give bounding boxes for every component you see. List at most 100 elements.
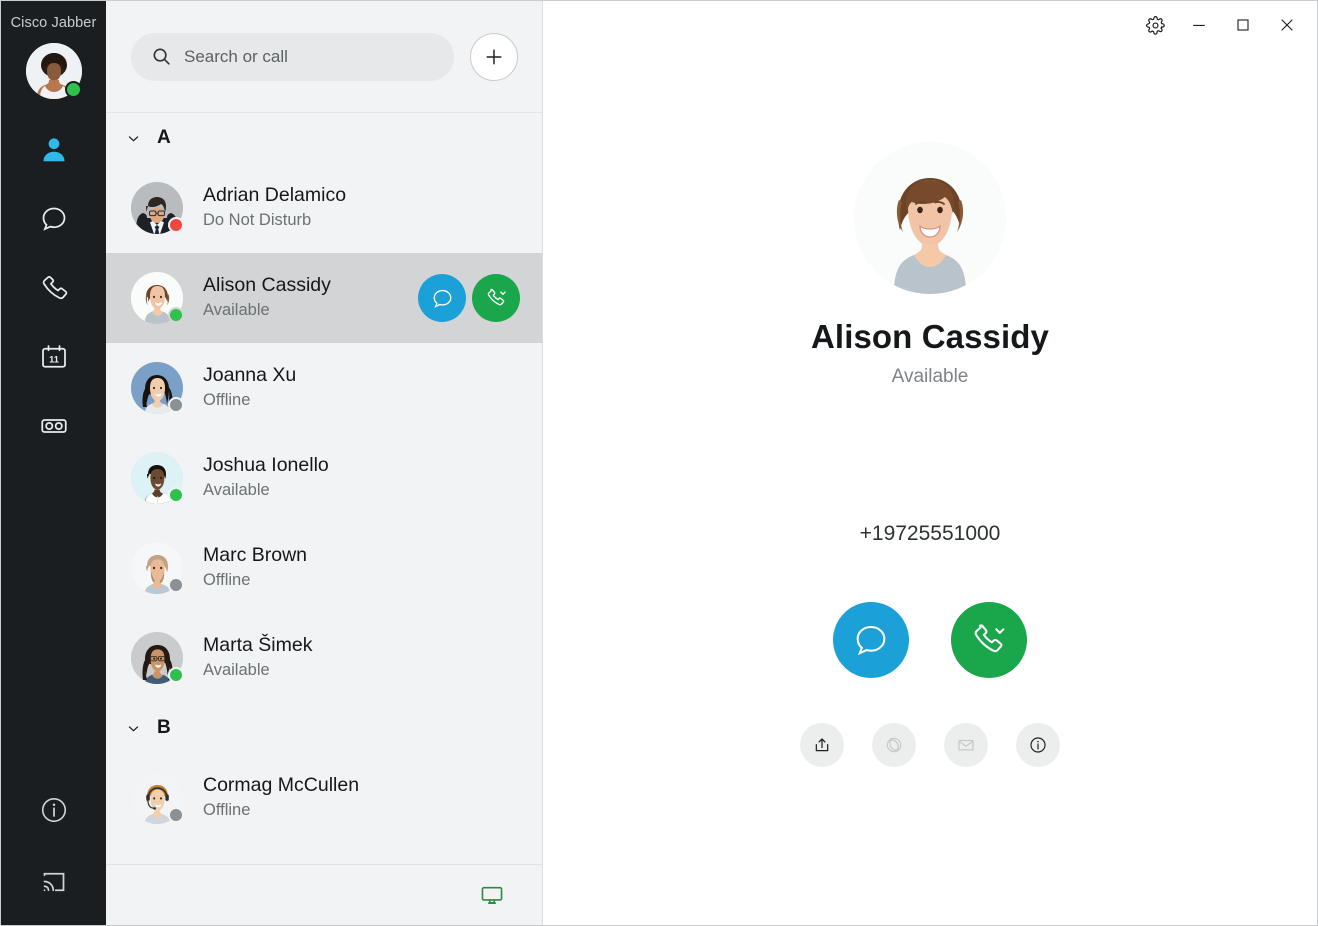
detail-contact-status: Available (891, 366, 969, 387)
contact-list-item[interactable]: Adrian Delamico Do Not Disturb (106, 163, 542, 253)
chevron-down-icon (126, 721, 141, 736)
minimize-button[interactable] (1177, 5, 1221, 45)
plus-icon (486, 48, 502, 65)
gear-icon (1145, 15, 1165, 35)
contact-list-item[interactable]: Cormag McCullen Offline (106, 753, 542, 843)
webex-meeting-button (872, 723, 916, 767)
detail-phone-number[interactable]: +19725551000 (860, 522, 1001, 546)
contact-name: Marta Šimek (203, 634, 313, 657)
self-avatar[interactable] (25, 43, 82, 99)
phone-chevron-icon (487, 288, 506, 305)
contact-name: Joanna Xu (203, 364, 297, 387)
left-navigation-rail: Cisco Jabber 11 (1, 1, 106, 925)
contact-detail-pane: Alison Cassidy Available +19725551000 (543, 1, 1317, 925)
contact-avatar (131, 542, 184, 594)
contact-group-label: A (157, 127, 171, 148)
detail-avatar (854, 142, 1006, 294)
voicemail-icon (40, 419, 67, 433)
maximize-button[interactable] (1221, 5, 1265, 45)
contact-list-item[interactable]: Marc Brown Offline (106, 523, 542, 613)
svg-text:11: 11 (49, 354, 59, 364)
sidebar-item-chats[interactable] (31, 196, 77, 242)
calendar-icon: 11 (41, 345, 66, 368)
envelope-icon (958, 739, 974, 751)
maximize-icon (1237, 19, 1249, 31)
contact-status: Available (203, 301, 270, 320)
row-call-button[interactable] (472, 274, 520, 322)
close-button[interactable] (1265, 5, 1309, 45)
detail-primary-actions (833, 602, 1027, 678)
chat-bubble-icon (433, 289, 451, 308)
phone-chevron-icon (974, 624, 1005, 653)
info-circle-icon (41, 797, 66, 823)
rail-icon-group: 11 (31, 127, 77, 449)
contact-name: Alison Cassidy (203, 274, 331, 297)
minimize-icon (1193, 24, 1205, 26)
contact-status: Offline (203, 571, 251, 590)
sidebar-item-voicemail[interactable] (31, 403, 77, 449)
contact-text: Marc Brown Offline (203, 543, 528, 592)
contact-text: Joanna Xu Offline (203, 363, 528, 412)
chevron-down-icon (126, 131, 141, 146)
contact-info-button[interactable] (1016, 723, 1060, 767)
list-footer (106, 864, 542, 925)
add-contact-button[interactable] (470, 32, 518, 81)
contact-text: Marta Šimek Available (203, 633, 528, 682)
contact-status-dot (168, 307, 184, 323)
contact-status: Do Not Disturb (203, 211, 312, 230)
start-call-button[interactable] (951, 602, 1027, 678)
share-button[interactable] (800, 723, 844, 767)
detail-secondary-actions (800, 723, 1060, 767)
chat-bubble-icon (856, 625, 886, 656)
phone-icon (42, 275, 67, 300)
sidebar-item-meetings[interactable]: 11 (31, 334, 77, 380)
app-title: Cisco Jabber (10, 15, 97, 31)
chat-bubble-icon (42, 207, 65, 231)
contact-status: Offline (203, 801, 251, 820)
sidebar-item-info[interactable] (31, 787, 77, 833)
desk-phone-monitor-icon[interactable] (479, 882, 505, 908)
window-controls (1133, 1, 1317, 49)
contact-group-header-B[interactable]: B (106, 703, 542, 753)
contact-row-actions (418, 274, 520, 322)
search-icon (151, 46, 172, 67)
person-icon (43, 138, 64, 162)
contact-name: Joshua Ionello (203, 454, 329, 477)
contact-avatar (131, 362, 184, 414)
avatar-illustration (854, 142, 1006, 294)
contact-group-label: B (157, 717, 171, 738)
sidebar-item-calls[interactable] (31, 265, 77, 311)
contact-status-dot (168, 667, 184, 683)
contact-text: Adrian Delamico Do Not Disturb (203, 183, 528, 232)
detail-contact-name: Alison Cassidy (811, 318, 1049, 355)
contact-list-item[interactable]: Joshua Ionello Available (106, 433, 542, 523)
sidebar-item-share-screen[interactable] (31, 859, 77, 905)
contact-avatar (131, 632, 184, 684)
contact-avatar (131, 182, 184, 234)
contact-status-dot (168, 217, 184, 233)
contact-status: Offline (203, 391, 251, 410)
contact-avatar (131, 272, 184, 324)
contact-text: Alison Cassidy Available (203, 273, 418, 322)
jabber-window: Cisco Jabber 11 Search or call A Adrian … (0, 0, 1318, 926)
contact-list-pane: Search or call A Adrian Delamico Do Not … (106, 1, 543, 925)
contact-text: Joshua Ionello Available (203, 453, 528, 502)
sidebar-item-contacts[interactable] (31, 127, 77, 173)
contact-avatar (131, 452, 184, 504)
contact-list-item[interactable]: Marta Šimek Available (106, 613, 542, 703)
contact-list-item[interactable]: Alison Cassidy Available (106, 253, 542, 343)
search-input[interactable]: Search or call (131, 32, 454, 81)
contact-name: Marc Brown (203, 544, 308, 567)
contact-list-item[interactable]: Joanna Xu Offline (106, 343, 542, 433)
start-chat-button[interactable] (833, 602, 909, 678)
settings-button[interactable] (1133, 5, 1177, 45)
contact-status-dot (168, 487, 184, 503)
cast-screen-icon (43, 872, 64, 892)
rail-bottom-group (31, 787, 77, 925)
contact-list[interactable]: A Adrian Delamico Do Not Disturb Alison … (106, 113, 542, 864)
search-row: Search or call (106, 1, 542, 113)
contact-group-header-A[interactable]: A (106, 113, 542, 163)
share-upload-icon (815, 738, 829, 752)
contact-text: Cormag McCullen Offline (203, 773, 528, 822)
row-chat-button[interactable] (418, 274, 466, 322)
